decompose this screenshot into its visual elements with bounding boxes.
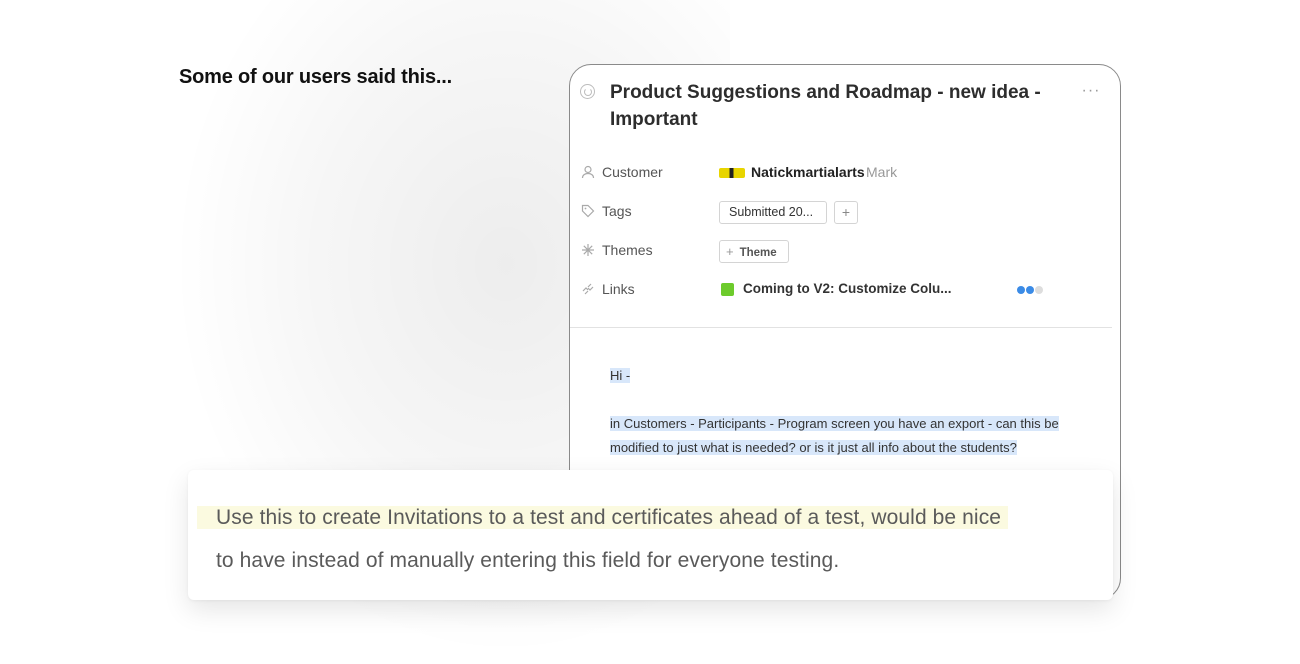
linked-feature[interactable]: Coming to V2: Customize Colu... — [743, 281, 952, 296]
customer-row: Customer Natickmartialarts Mark — [570, 160, 1120, 186]
add-tag-button[interactable]: + — [834, 201, 858, 224]
customer-contact[interactable]: Mark — [866, 164, 897, 180]
divider — [570, 327, 1112, 328]
progress-dot — [1026, 286, 1034, 294]
user-quote-card: Use this to create Invitations to a test… — [188, 470, 1113, 600]
tags-row: Tags Submitted 20... + — [570, 199, 1120, 225]
tag-icon — [580, 204, 596, 220]
progress-dot — [1035, 286, 1043, 294]
customer-name[interactable]: Natickmartialarts — [751, 164, 865, 180]
person-icon — [580, 165, 596, 181]
plus-icon: + — [726, 244, 734, 259]
links-row: Links Coming to V2: Customize Colu... — [570, 277, 1120, 303]
sparkle-icon — [580, 243, 596, 259]
add-theme-label: Theme — [739, 247, 777, 259]
note-line: modified to just what is needed? or is i… — [610, 440, 1017, 455]
customer-logo — [719, 168, 745, 178]
themes-label: Themes — [602, 242, 653, 258]
tag-chip[interactable]: Submitted 20... — [719, 201, 827, 224]
themes-row: Themes + Theme — [570, 238, 1120, 264]
section-heading: Some of our users said this... — [179, 66, 452, 88]
note-line: in Customers - Participants - Program sc… — [610, 416, 1059, 431]
quote-highlight: Use this to create Invitations to a test… — [197, 506, 1009, 529]
tags-label: Tags — [602, 203, 632, 219]
feedback-title[interactable]: Product Suggestions and Roadmap - new id… — [610, 79, 1050, 133]
progress-dot — [1017, 286, 1025, 294]
note-greeting: Hi - — [610, 368, 631, 383]
add-theme-button[interactable]: + Theme — [719, 240, 789, 263]
customer-label: Customer — [602, 164, 663, 180]
user-quote: Use this to create Invitations to a test… — [197, 496, 1104, 582]
link-icon — [580, 282, 596, 298]
status-circle-icon[interactable] — [580, 84, 595, 99]
progress-dots — [1017, 286, 1047, 295]
links-label: Links — [602, 281, 635, 297]
quote-line: to have instead of manually entering thi… — [216, 549, 840, 572]
more-options-button[interactable]: ··· — [1080, 83, 1102, 103]
feature-status-square — [721, 283, 734, 296]
